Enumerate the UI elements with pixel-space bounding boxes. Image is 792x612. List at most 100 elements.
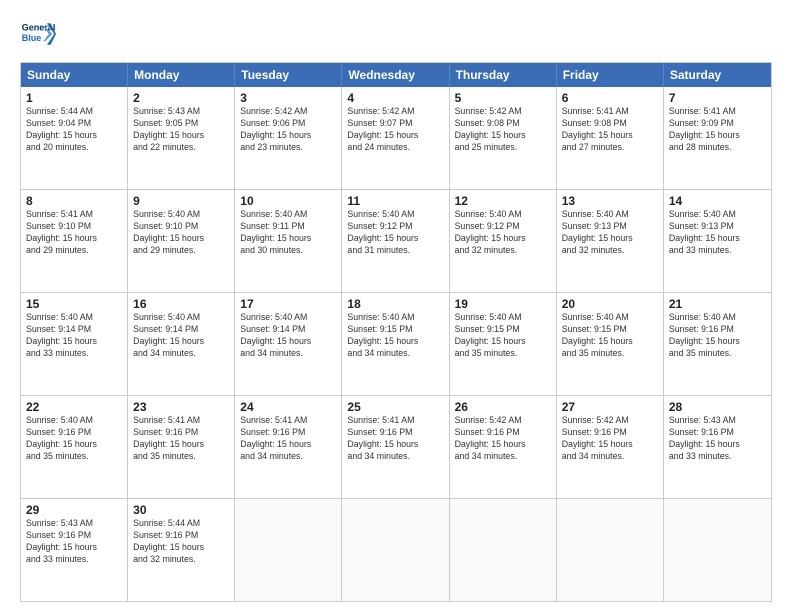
day-info: Sunrise: 5:40 AM Sunset: 9:14 PM Dayligh… <box>133 312 229 360</box>
day-number: 29 <box>26 503 122 517</box>
calendar-week-4: 29Sunrise: 5:43 AM Sunset: 9:16 PM Dayli… <box>21 499 771 601</box>
logo: General Blue <box>20 16 56 52</box>
day-number: 28 <box>669 400 766 414</box>
day-number: 16 <box>133 297 229 311</box>
day-cell-14: 14Sunrise: 5:40 AM Sunset: 9:13 PM Dayli… <box>664 190 771 292</box>
day-info: Sunrise: 5:40 AM Sunset: 9:15 PM Dayligh… <box>455 312 551 360</box>
day-cell-16: 16Sunrise: 5:40 AM Sunset: 9:14 PM Dayli… <box>128 293 235 395</box>
calendar-week-2: 15Sunrise: 5:40 AM Sunset: 9:14 PM Dayli… <box>21 293 771 396</box>
day-info: Sunrise: 5:40 AM Sunset: 9:12 PM Dayligh… <box>455 209 551 257</box>
day-cell-24: 24Sunrise: 5:41 AM Sunset: 9:16 PM Dayli… <box>235 396 342 498</box>
calendar-week-0: 1Sunrise: 5:44 AM Sunset: 9:04 PM Daylig… <box>21 87 771 190</box>
day-info: Sunrise: 5:40 AM Sunset: 9:13 PM Dayligh… <box>669 209 766 257</box>
day-number: 9 <box>133 194 229 208</box>
header-cell-wednesday: Wednesday <box>342 63 449 87</box>
day-info: Sunrise: 5:40 AM Sunset: 9:11 PM Dayligh… <box>240 209 336 257</box>
day-cell-12: 12Sunrise: 5:40 AM Sunset: 9:12 PM Dayli… <box>450 190 557 292</box>
day-number: 13 <box>562 194 658 208</box>
day-cell-25: 25Sunrise: 5:41 AM Sunset: 9:16 PM Dayli… <box>342 396 449 498</box>
day-number: 8 <box>26 194 122 208</box>
day-cell-19: 19Sunrise: 5:40 AM Sunset: 9:15 PM Dayli… <box>450 293 557 395</box>
day-cell-empty <box>557 499 664 601</box>
day-info: Sunrise: 5:42 AM Sunset: 9:16 PM Dayligh… <box>455 415 551 463</box>
day-info: Sunrise: 5:40 AM Sunset: 9:16 PM Dayligh… <box>26 415 122 463</box>
day-number: 11 <box>347 194 443 208</box>
day-info: Sunrise: 5:40 AM Sunset: 9:15 PM Dayligh… <box>562 312 658 360</box>
day-info: Sunrise: 5:42 AM Sunset: 9:08 PM Dayligh… <box>455 106 551 154</box>
day-number: 20 <box>562 297 658 311</box>
header-cell-saturday: Saturday <box>664 63 771 87</box>
day-info: Sunrise: 5:42 AM Sunset: 9:06 PM Dayligh… <box>240 106 336 154</box>
day-number: 6 <box>562 91 658 105</box>
day-number: 30 <box>133 503 229 517</box>
day-cell-23: 23Sunrise: 5:41 AM Sunset: 9:16 PM Dayli… <box>128 396 235 498</box>
day-info: Sunrise: 5:43 AM Sunset: 9:16 PM Dayligh… <box>26 518 122 566</box>
day-cell-1: 1Sunrise: 5:44 AM Sunset: 9:04 PM Daylig… <box>21 87 128 189</box>
day-cell-21: 21Sunrise: 5:40 AM Sunset: 9:16 PM Dayli… <box>664 293 771 395</box>
day-number: 7 <box>669 91 766 105</box>
calendar-body: 1Sunrise: 5:44 AM Sunset: 9:04 PM Daylig… <box>21 87 771 601</box>
day-number: 19 <box>455 297 551 311</box>
day-info: Sunrise: 5:40 AM Sunset: 9:12 PM Dayligh… <box>347 209 443 257</box>
svg-text:Blue: Blue <box>22 33 42 43</box>
day-cell-9: 9Sunrise: 5:40 AM Sunset: 9:10 PM Daylig… <box>128 190 235 292</box>
day-info: Sunrise: 5:40 AM Sunset: 9:16 PM Dayligh… <box>669 312 766 360</box>
day-cell-20: 20Sunrise: 5:40 AM Sunset: 9:15 PM Dayli… <box>557 293 664 395</box>
header-cell-tuesday: Tuesday <box>235 63 342 87</box>
day-cell-13: 13Sunrise: 5:40 AM Sunset: 9:13 PM Dayli… <box>557 190 664 292</box>
day-cell-30: 30Sunrise: 5:44 AM Sunset: 9:16 PM Dayli… <box>128 499 235 601</box>
day-number: 1 <box>26 91 122 105</box>
day-info: Sunrise: 5:40 AM Sunset: 9:15 PM Dayligh… <box>347 312 443 360</box>
day-number: 18 <box>347 297 443 311</box>
day-number: 2 <box>133 91 229 105</box>
day-number: 3 <box>240 91 336 105</box>
day-cell-6: 6Sunrise: 5:41 AM Sunset: 9:08 PM Daylig… <box>557 87 664 189</box>
day-cell-18: 18Sunrise: 5:40 AM Sunset: 9:15 PM Dayli… <box>342 293 449 395</box>
day-number: 24 <box>240 400 336 414</box>
day-info: Sunrise: 5:41 AM Sunset: 9:16 PM Dayligh… <box>240 415 336 463</box>
day-number: 26 <box>455 400 551 414</box>
day-number: 21 <box>669 297 766 311</box>
calendar-header-row: SundayMondayTuesdayWednesdayThursdayFrid… <box>21 63 771 87</box>
day-number: 23 <box>133 400 229 414</box>
logo-icon: General Blue <box>20 16 56 52</box>
calendar: SundayMondayTuesdayWednesdayThursdayFrid… <box>20 62 772 602</box>
day-cell-7: 7Sunrise: 5:41 AM Sunset: 9:09 PM Daylig… <box>664 87 771 189</box>
day-info: Sunrise: 5:43 AM Sunset: 9:05 PM Dayligh… <box>133 106 229 154</box>
day-info: Sunrise: 5:41 AM Sunset: 9:08 PM Dayligh… <box>562 106 658 154</box>
day-info: Sunrise: 5:44 AM Sunset: 9:04 PM Dayligh… <box>26 106 122 154</box>
day-cell-26: 26Sunrise: 5:42 AM Sunset: 9:16 PM Dayli… <box>450 396 557 498</box>
day-number: 5 <box>455 91 551 105</box>
day-cell-empty <box>450 499 557 601</box>
day-number: 15 <box>26 297 122 311</box>
page: General Blue SundayMondayTuesdayWednesda… <box>0 0 792 612</box>
day-number: 4 <box>347 91 443 105</box>
day-info: Sunrise: 5:42 AM Sunset: 9:16 PM Dayligh… <box>562 415 658 463</box>
day-info: Sunrise: 5:41 AM Sunset: 9:16 PM Dayligh… <box>347 415 443 463</box>
header-cell-friday: Friday <box>557 63 664 87</box>
day-cell-10: 10Sunrise: 5:40 AM Sunset: 9:11 PM Dayli… <box>235 190 342 292</box>
day-cell-11: 11Sunrise: 5:40 AM Sunset: 9:12 PM Dayli… <box>342 190 449 292</box>
header-cell-monday: Monday <box>128 63 235 87</box>
day-info: Sunrise: 5:40 AM Sunset: 9:14 PM Dayligh… <box>26 312 122 360</box>
day-cell-8: 8Sunrise: 5:41 AM Sunset: 9:10 PM Daylig… <box>21 190 128 292</box>
header-cell-thursday: Thursday <box>450 63 557 87</box>
day-number: 17 <box>240 297 336 311</box>
calendar-week-3: 22Sunrise: 5:40 AM Sunset: 9:16 PM Dayli… <box>21 396 771 499</box>
day-info: Sunrise: 5:40 AM Sunset: 9:13 PM Dayligh… <box>562 209 658 257</box>
day-info: Sunrise: 5:41 AM Sunset: 9:16 PM Dayligh… <box>133 415 229 463</box>
day-cell-15: 15Sunrise: 5:40 AM Sunset: 9:14 PM Dayli… <box>21 293 128 395</box>
day-info: Sunrise: 5:44 AM Sunset: 9:16 PM Dayligh… <box>133 518 229 566</box>
day-cell-22: 22Sunrise: 5:40 AM Sunset: 9:16 PM Dayli… <box>21 396 128 498</box>
day-cell-4: 4Sunrise: 5:42 AM Sunset: 9:07 PM Daylig… <box>342 87 449 189</box>
day-info: Sunrise: 5:40 AM Sunset: 9:14 PM Dayligh… <box>240 312 336 360</box>
day-number: 14 <box>669 194 766 208</box>
day-info: Sunrise: 5:40 AM Sunset: 9:10 PM Dayligh… <box>133 209 229 257</box>
day-number: 10 <box>240 194 336 208</box>
day-cell-5: 5Sunrise: 5:42 AM Sunset: 9:08 PM Daylig… <box>450 87 557 189</box>
day-info: Sunrise: 5:43 AM Sunset: 9:16 PM Dayligh… <box>669 415 766 463</box>
day-number: 25 <box>347 400 443 414</box>
day-number: 22 <box>26 400 122 414</box>
day-cell-28: 28Sunrise: 5:43 AM Sunset: 9:16 PM Dayli… <box>664 396 771 498</box>
day-cell-3: 3Sunrise: 5:42 AM Sunset: 9:06 PM Daylig… <box>235 87 342 189</box>
